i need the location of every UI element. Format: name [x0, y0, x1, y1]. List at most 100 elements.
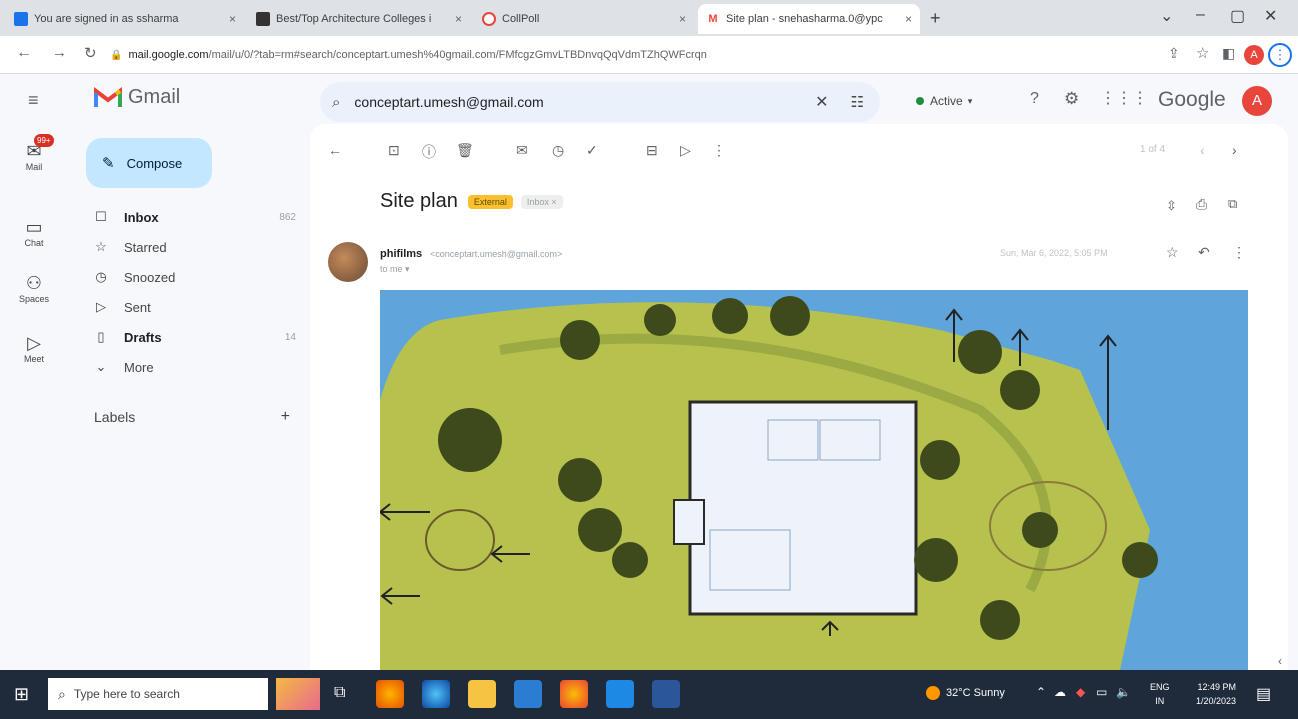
- report-spam-icon[interactable]: ⓘ: [422, 142, 436, 162]
- clock[interactable]: 12:49 PM 1/20/2023: [1176, 680, 1236, 708]
- status-dropdown[interactable]: Active ▾: [916, 94, 972, 108]
- reply-icon[interactable]: ↶: [1198, 244, 1210, 261]
- browser-tab-3[interactable]: CollPoll ×: [474, 4, 694, 34]
- rail-label: Chat: [24, 238, 44, 248]
- more-options-icon[interactable]: ⋮: [712, 142, 726, 159]
- account-avatar[interactable]: A: [1242, 86, 1272, 116]
- close-tab-icon[interactable]: ×: [905, 12, 912, 26]
- email-subject: Site plan: [380, 190, 458, 212]
- volume-icon[interactable]: 🔈: [1116, 685, 1131, 699]
- open-new-window-icon[interactable]: ⧉: [1228, 196, 1237, 212]
- browser-tab-2[interactable]: Best/Top Architecture Colleges i ×: [248, 4, 470, 34]
- weather-widget[interactable]: 32°C Sunny: [926, 686, 1005, 700]
- browser-tab-4-active[interactable]: M Site plan - snehasharma.0@ypc ×: [698, 4, 920, 34]
- bookmark-star-icon[interactable]: ☆: [1196, 44, 1209, 62]
- language-indicator[interactable]: ENG IN: [1150, 680, 1170, 708]
- language-code: ENG: [1150, 682, 1170, 692]
- sidebar-item-more[interactable]: ⌄ More: [86, 354, 296, 380]
- inbox-label-chip[interactable]: Inbox ×: [520, 194, 563, 209]
- add-task-icon[interactable]: ✓: [586, 142, 598, 159]
- sender-email: <conceptart.umesh@gmail.com>: [430, 249, 563, 259]
- gmail-logo[interactable]: Gmail: [94, 86, 180, 109]
- sidebar-item-drafts[interactable]: ▯ Drafts 14: [86, 324, 296, 350]
- print-icon[interactable]: ⎙: [1196, 196, 1207, 213]
- sender-name[interactable]: phifilms: [380, 248, 422, 260]
- tray-overflow-icon[interactable]: ⌃: [1036, 685, 1046, 699]
- tab-search-icon[interactable]: ⌄: [1160, 6, 1173, 26]
- delete-icon[interactable]: 🗑: [456, 142, 474, 159]
- side-panel-icon[interactable]: ◧: [1222, 45, 1235, 62]
- site-plan-image[interactable]: [380, 290, 1248, 670]
- search-highlight-icon[interactable]: [276, 678, 320, 710]
- sidebar-item-starred[interactable]: ☆ Starred: [86, 234, 296, 260]
- firefox-icon[interactable]: [376, 680, 404, 708]
- main-menu-icon[interactable]: ≡: [28, 90, 39, 111]
- browser-profile-avatar[interactable]: A: [1244, 45, 1264, 65]
- notifications-icon[interactable]: ▤: [1256, 684, 1271, 704]
- search-options-icon[interactable]: ☷: [851, 93, 864, 111]
- archive-icon[interactable]: ⊡: [388, 142, 400, 159]
- task-view-icon[interactable]: ⧉: [334, 684, 345, 702]
- clear-search-icon[interactable]: ✕: [815, 92, 828, 112]
- settings-gear-icon[interactable]: ⚙: [1064, 89, 1079, 109]
- maximize-icon[interactable]: ▢: [1230, 6, 1245, 26]
- store-icon[interactable]: [514, 680, 542, 708]
- google-account-label[interactable]: Google: [1158, 88, 1226, 112]
- mark-unread-icon[interactable]: ✉: [516, 142, 528, 159]
- network-icon[interactable]: ▭: [1096, 685, 1107, 699]
- side-panel-toggle-icon[interactable]: ‹: [1278, 654, 1282, 668]
- close-tab-icon[interactable]: ×: [229, 12, 236, 26]
- help-icon[interactable]: ?: [1030, 90, 1039, 108]
- rail-mail[interactable]: ✉ 99+ Mail: [12, 134, 56, 172]
- taskbar-search-box[interactable]: ⌕ Type here to search: [48, 678, 268, 710]
- antivirus-icon[interactable]: ◆: [1076, 685, 1085, 699]
- onedrive-icon[interactable]: ☁: [1054, 685, 1066, 699]
- window-close-icon[interactable]: ✕: [1264, 6, 1277, 26]
- word-icon[interactable]: [652, 680, 680, 708]
- recipient-dropdown[interactable]: to me ▾: [380, 264, 410, 275]
- compose-button[interactable]: ✎ Compose: [86, 138, 212, 188]
- sidebar-item-snoozed[interactable]: ◷ Snoozed: [86, 264, 296, 290]
- reload-icon[interactable]: ↻: [84, 44, 97, 62]
- rail-meet[interactable]: ▷ Meet: [12, 332, 56, 364]
- snooze-icon[interactable]: ◷: [552, 142, 564, 159]
- sender-avatar[interactable]: [328, 242, 368, 282]
- search-icon[interactable]: ⌕: [332, 94, 340, 111]
- expand-all-icon[interactable]: ⇳: [1166, 198, 1177, 214]
- back-arrow-icon[interactable]: ←: [16, 44, 32, 62]
- forward-arrow-icon[interactable]: →: [52, 44, 67, 61]
- search-input[interactable]: conceptart.umesh@gmail.com: [354, 94, 543, 110]
- address-bar[interactable]: 🔒 mail.google.com /mail/u/0/?tab=rm#sear…: [110, 42, 1160, 68]
- rail-chat[interactable]: ▭ Chat: [12, 216, 56, 248]
- close-tab-icon[interactable]: ×: [455, 12, 462, 26]
- label-icon[interactable]: ▷: [680, 142, 691, 159]
- file-explorer-icon[interactable]: [468, 680, 496, 708]
- sidebar-item-inbox[interactable]: ☐ Inbox 862: [86, 204, 296, 230]
- browser-tab-1[interactable]: You are signed in as ssharma ×: [6, 4, 244, 34]
- status-dot-icon: [916, 97, 924, 105]
- rail-spaces[interactable]: ⚇ Spaces: [12, 272, 56, 304]
- share-icon[interactable]: ⇪: [1168, 45, 1180, 62]
- new-tab-button[interactable]: +: [930, 8, 941, 29]
- sidebar-item-sent[interactable]: ▷ Sent: [86, 294, 296, 320]
- add-label-button[interactable]: +: [281, 408, 290, 426]
- minimize-icon[interactable]: –: [1196, 6, 1205, 24]
- chrome-icon[interactable]: [560, 680, 588, 708]
- mail-app-icon[interactable]: [606, 680, 634, 708]
- prev-email-icon[interactable]: ‹: [1200, 142, 1205, 158]
- edge-icon[interactable]: [422, 680, 450, 708]
- close-tab-icon[interactable]: ×: [679, 12, 686, 26]
- menu-kebab-icon[interactable]: ⋮: [1268, 43, 1292, 67]
- browser-toolbar: ← → ↻ 🔒 mail.google.com /mail/u/0/?tab=r…: [0, 36, 1298, 74]
- next-email-icon[interactable]: ›: [1232, 142, 1237, 158]
- lock-icon: 🔒: [110, 49, 123, 61]
- star-email-icon[interactable]: ☆: [1166, 244, 1179, 261]
- windows-start-icon[interactable]: ⊞: [14, 684, 29, 705]
- apps-grid-icon[interactable]: ⋮⋮⋮: [1100, 88, 1148, 108]
- meet-icon: ▷: [27, 333, 41, 353]
- back-to-list-icon[interactable]: ←: [328, 142, 342, 158]
- compose-label: Compose: [126, 155, 183, 171]
- search-bar[interactable]: ⌕ conceptart.umesh@gmail.com ✕ ☷: [320, 82, 880, 122]
- message-more-icon[interactable]: ⋮: [1232, 244, 1246, 261]
- move-to-icon[interactable]: ⊟: [646, 142, 658, 159]
